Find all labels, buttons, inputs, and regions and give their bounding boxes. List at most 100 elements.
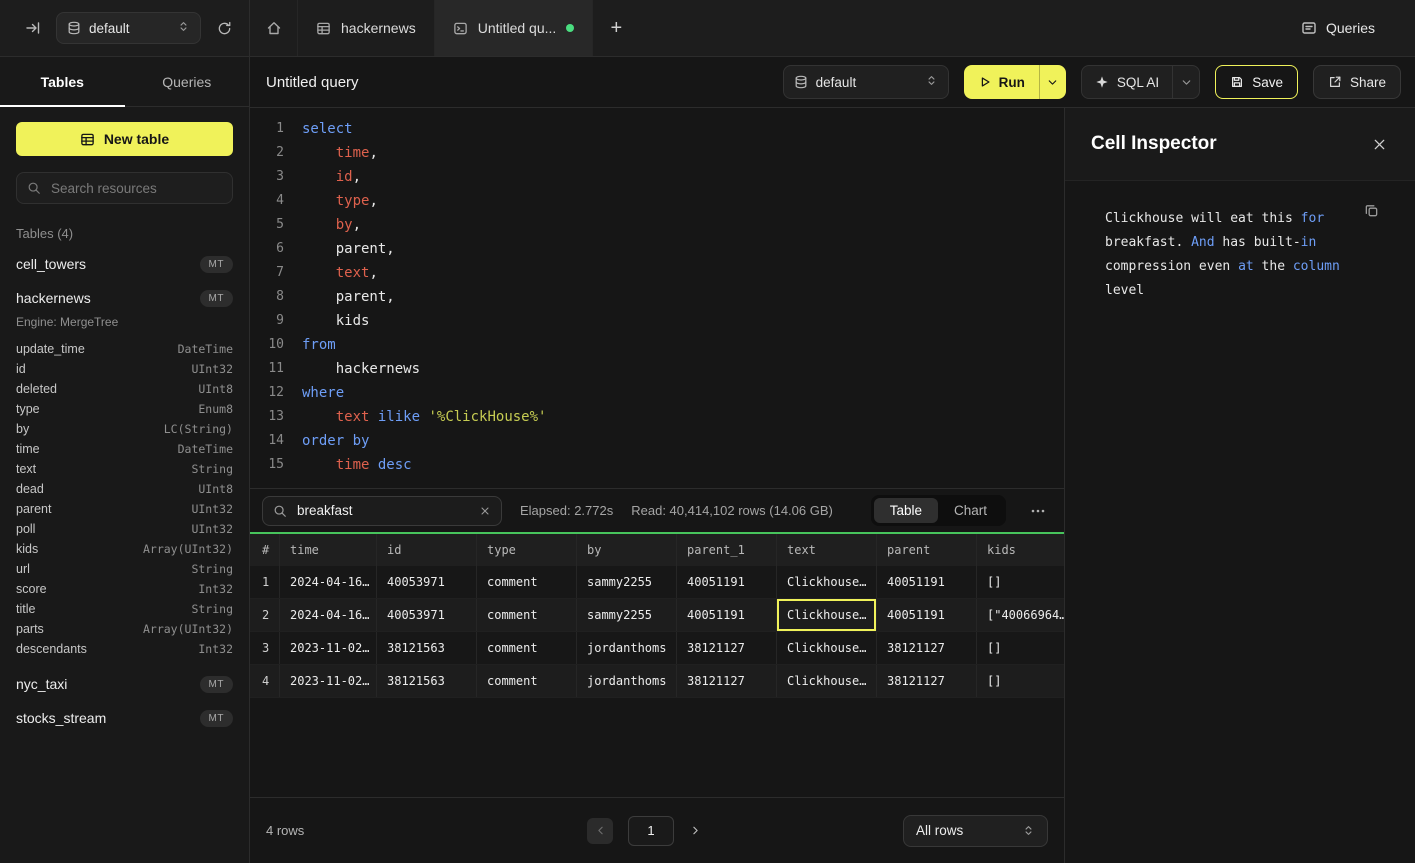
code-text: time desc [302, 453, 412, 477]
collapse-sidebar-icon[interactable] [22, 17, 44, 39]
table-cell[interactable]: [] [977, 632, 1064, 664]
column-row[interactable]: timeDateTime [16, 439, 233, 459]
new-table-button[interactable]: New table [16, 122, 233, 156]
table-cell[interactable]: 38121127 [677, 665, 777, 697]
table-cell[interactable]: 4 [250, 665, 280, 697]
table-cell[interactable]: 2024-04-16… [280, 566, 377, 598]
column-header-id[interactable]: id [377, 534, 477, 566]
sql-ai-button[interactable]: SQL AI [1082, 66, 1172, 98]
table-cell[interactable]: 2024-04-16… [280, 599, 377, 631]
database-selector-query[interactable]: default [783, 65, 949, 99]
column-row[interactable]: parentUInt32 [16, 499, 233, 519]
table-cell[interactable]: jordanthoms [577, 632, 677, 664]
column-row[interactable]: titleString [16, 599, 233, 619]
table-cell[interactable]: Clickhouse… [777, 599, 877, 631]
column-header-parent[interactable]: parent [877, 534, 977, 566]
column-row[interactable]: deletedUInt8 [16, 379, 233, 399]
tab-untitled-query[interactable]: Untitled qu... [435, 0, 594, 56]
refresh-icon[interactable] [213, 17, 235, 39]
column-header-parent_1[interactable]: parent_1 [677, 534, 777, 566]
table-cell[interactable]: 40053971 [377, 566, 477, 598]
table-cell[interactable]: 40051191 [677, 566, 777, 598]
table-cell[interactable]: 38121127 [877, 665, 977, 697]
table-cell[interactable]: 2 [250, 599, 280, 631]
table-cell[interactable]: comment [477, 665, 577, 697]
column-header-by[interactable]: by [577, 534, 677, 566]
table-cell[interactable]: [] [977, 665, 1064, 697]
table-cell[interactable]: 2023-11-02… [280, 632, 377, 664]
table-cell[interactable]: jordanthoms [577, 665, 677, 697]
table-cell[interactable]: sammy2255 [577, 599, 677, 631]
column-row[interactable]: kidsArray(UInt32) [16, 539, 233, 559]
column-row[interactable]: partsArray(UInt32) [16, 619, 233, 639]
table-cell[interactable]: ["40066964… [977, 599, 1064, 631]
sidebar-table-nyc_taxi[interactable]: nyc_taxiMT [16, 667, 233, 701]
queries-button[interactable]: Queries [1301, 20, 1375, 36]
table-cell[interactable]: 1 [250, 566, 280, 598]
table-cell[interactable]: 3 [250, 632, 280, 664]
results-search[interactable] [262, 496, 502, 526]
column-row[interactable]: descendantsInt32 [16, 639, 233, 659]
save-button[interactable]: Save [1215, 65, 1298, 99]
column-header-time[interactable]: time [280, 534, 377, 566]
page-size-select[interactable]: All rows [903, 815, 1048, 847]
sidebar-search[interactable] [16, 172, 233, 204]
prev-page-button[interactable] [587, 818, 613, 844]
tab-hackernews[interactable]: hackernews [298, 0, 435, 56]
table-cell[interactable]: Clickhouse… [777, 632, 877, 664]
sql-ai-options-button[interactable] [1173, 66, 1199, 98]
column-header-index[interactable]: # [250, 534, 280, 566]
view-tab-table[interactable]: Table [874, 498, 938, 523]
column-header-kids[interactable]: kids [977, 534, 1064, 566]
table-cell[interactable]: 40051191 [877, 599, 977, 631]
column-row[interactable]: textString [16, 459, 233, 479]
column-header-type[interactable]: type [477, 534, 577, 566]
table-cell[interactable]: comment [477, 632, 577, 664]
view-tab-chart[interactable]: Chart [938, 498, 1003, 523]
sidebar-tab-tables[interactable]: Tables [0, 57, 125, 106]
column-row[interactable]: typeEnum8 [16, 399, 233, 419]
column-header-text[interactable]: text [777, 534, 877, 566]
table-cell[interactable]: 38121127 [877, 632, 977, 664]
table-cell[interactable]: 2023-11-02… [280, 665, 377, 697]
next-page-button[interactable] [689, 824, 702, 837]
close-icon[interactable] [1372, 137, 1387, 152]
sql-editor[interactable]: 1select2 time,3 id,4 type,5 by,6 parent,… [250, 108, 1064, 488]
sidebar-search-input[interactable] [49, 180, 222, 197]
table-cell[interactable]: 40053971 [377, 599, 477, 631]
table-cell[interactable]: sammy2255 [577, 566, 677, 598]
column-name: kids [16, 542, 38, 556]
table-cell[interactable]: [] [977, 566, 1064, 598]
table-cell[interactable]: Clickhouse… [777, 566, 877, 598]
column-row[interactable]: scoreInt32 [16, 579, 233, 599]
run-button[interactable]: Run [964, 65, 1039, 99]
column-row[interactable]: deadUInt8 [16, 479, 233, 499]
table-cell[interactable]: 40051191 [877, 566, 977, 598]
run-options-button[interactable] [1040, 65, 1066, 99]
table-cell[interactable]: comment [477, 566, 577, 598]
column-row[interactable]: byLC(String) [16, 419, 233, 439]
database-selector-topbar[interactable]: default [56, 12, 201, 44]
tab-home[interactable] [250, 0, 298, 56]
column-row[interactable]: urlString [16, 559, 233, 579]
share-button[interactable]: Share [1313, 65, 1401, 99]
results-search-input[interactable] [295, 502, 471, 519]
table-cell[interactable]: 38121563 [377, 665, 477, 697]
table-cell[interactable]: Clickhouse… [777, 665, 877, 697]
copy-icon[interactable] [1364, 203, 1379, 218]
sidebar-tab-queries[interactable]: Queries [125, 57, 250, 106]
table-cell[interactable]: comment [477, 599, 577, 631]
sidebar-table-stocks_stream[interactable]: stocks_streamMT [16, 701, 233, 735]
column-row[interactable]: pollUInt32 [16, 519, 233, 539]
column-row[interactable]: update_timeDateTime [16, 339, 233, 359]
more-options-icon[interactable] [1024, 503, 1052, 519]
new-tab-button[interactable]: + [593, 0, 639, 56]
sidebar-table-cell_towers[interactable]: cell_towersMT [16, 247, 233, 281]
table-cell[interactable]: 40051191 [677, 599, 777, 631]
clear-search-icon[interactable] [479, 505, 491, 517]
column-row[interactable]: idUInt32 [16, 359, 233, 379]
page-number-input[interactable]: 1 [628, 816, 674, 846]
sidebar-table-hackernews[interactable]: hackernewsMT [16, 281, 233, 315]
table-cell[interactable]: 38121563 [377, 632, 477, 664]
table-cell[interactable]: 38121127 [677, 632, 777, 664]
